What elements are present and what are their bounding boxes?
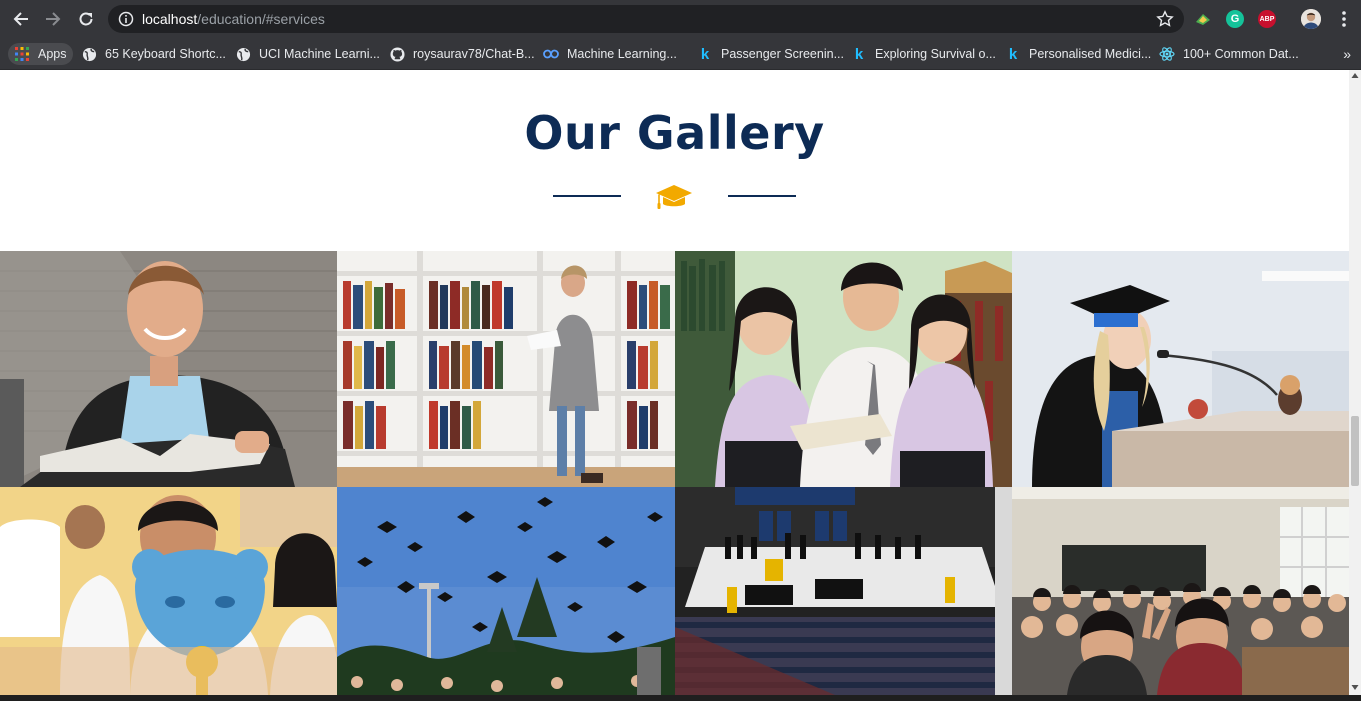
extension-icon[interactable] (1194, 10, 1212, 28)
bookmark-label: 65 Keyboard Shortc... (105, 47, 226, 61)
profile-avatar[interactable] (1301, 9, 1321, 29)
globe-icon (235, 46, 251, 62)
bookmark-machine-learning[interactable]: Machine Learning... (543, 43, 677, 65)
bookmark-common-data[interactable]: 100+ Common Dat... (1159, 43, 1299, 65)
bookmark-passenger-screening[interactable]: k Passenger Screenin... (697, 43, 844, 65)
bookmark-label: roysaurav78/Chat-B... (413, 47, 535, 61)
coursera-icon (543, 46, 559, 62)
url-path: /education/#services (197, 11, 325, 27)
kaggle-icon: k (700, 45, 710, 63)
react-icon (1159, 46, 1175, 62)
info-icon[interactable] (118, 11, 134, 27)
reload-icon[interactable] (74, 7, 98, 31)
page-scrollbar[interactable] (1349, 70, 1361, 695)
bookmark-exploring-survival[interactable]: k Exploring Survival o... (851, 43, 996, 65)
grammarly-icon[interactable]: G (1226, 10, 1244, 28)
globe-icon (81, 46, 97, 62)
grammarly-label: G (1230, 13, 1240, 25)
back-arrow-icon[interactable] (9, 7, 33, 31)
bookmark-label: Personalised Medici... (1029, 47, 1152, 61)
kaggle-icon: k (854, 45, 864, 63)
scrollbar-thumb[interactable] (1351, 416, 1359, 486)
kaggle-icon: k (1008, 45, 1018, 63)
adblock-icon[interactable]: ABP (1258, 10, 1276, 28)
gallery-image-class-photo[interactable] (1012, 487, 1349, 695)
gallery-image-ceremony-hall[interactable] (675, 487, 1012, 695)
bookmarks-bar: Apps 65 Keyboard Shortc... UCI Machine L… (0, 38, 1361, 70)
bookmark-uci-ml[interactable]: UCI Machine Learni... (235, 43, 380, 65)
apps-grid-icon (14, 46, 30, 62)
scroll-down-arrow-icon[interactable] (1351, 683, 1359, 691)
bookmark-label: 100+ Common Dat... (1183, 47, 1299, 61)
gallery-image-students-group[interactable] (675, 251, 1012, 487)
window-bottom-edge (0, 695, 1361, 701)
gallery-image-kids-classroom[interactable] (0, 487, 337, 695)
github-icon (389, 46, 405, 62)
url-host: localhost (142, 11, 198, 27)
bookmark-github-chatbot[interactable]: roysaurav78/Chat-B... (389, 43, 535, 65)
gallery-image-student-reading[interactable] (0, 251, 337, 487)
divider-line-right (728, 195, 796, 197)
bookmark-keyboard-shortcuts[interactable]: 65 Keyboard Shortc... (81, 43, 226, 65)
gallery-image-caps-toss[interactable] (337, 487, 675, 695)
bookmark-label: Apps (38, 47, 67, 61)
gallery-image-library-shelves[interactable] (337, 251, 675, 487)
url-text[interactable]: localhost/education/#services (142, 11, 325, 27)
gallery-grid (0, 251, 1349, 695)
bookmark-star-icon[interactable] (1156, 10, 1174, 28)
gallery-image-graduate-speech[interactable] (1012, 251, 1349, 487)
bookmark-personalised-medicine[interactable]: k Personalised Medici... (1005, 43, 1151, 65)
menu-kebab-icon[interactable] (1336, 9, 1352, 29)
bookmark-apps[interactable]: Apps (8, 43, 73, 65)
gallery-title: Our Gallery (524, 106, 825, 160)
browser-toolbar: localhost/education/#services G ABP (0, 0, 1361, 38)
graduation-cap-icon (656, 185, 692, 209)
address-bar[interactable]: localhost/education/#services (108, 5, 1184, 33)
divider-line-left (553, 195, 621, 197)
bookmark-label: Passenger Screenin... (721, 47, 844, 61)
bookmark-label: Machine Learning... (567, 47, 677, 61)
more-bookmarks-chevron-icon[interactable]: » (1343, 46, 1351, 62)
adblock-label: ABP (1259, 15, 1275, 23)
scroll-up-arrow-icon[interactable] (1351, 72, 1359, 80)
bookmark-label: Exploring Survival o... (875, 47, 996, 61)
bookmark-label: UCI Machine Learni... (259, 47, 380, 61)
forward-arrow-icon[interactable] (41, 7, 65, 31)
page-viewport: Our Gallery (0, 70, 1349, 695)
